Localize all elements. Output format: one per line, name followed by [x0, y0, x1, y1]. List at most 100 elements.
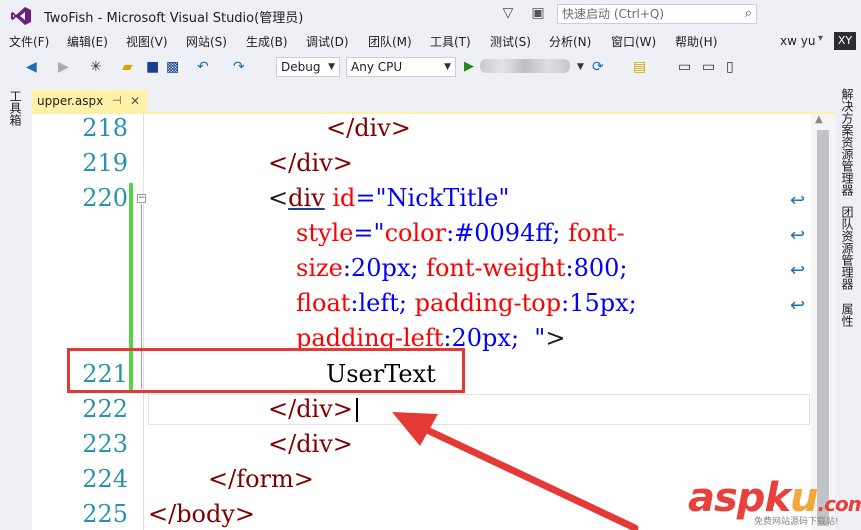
annotation-arrow-icon	[392, 412, 639, 530]
start-debugging-icon[interactable]: ▶	[464, 59, 474, 74]
watermark-brand-a: asp	[688, 475, 765, 521]
bookmark-icon[interactable]: ▯	[726, 59, 734, 75]
text-caret	[356, 398, 358, 422]
code-token-prop: font-weight	[426, 254, 566, 282]
code-token-value: :800;	[565, 254, 628, 282]
platform-select[interactable]: Any CPU ▼	[346, 57, 456, 77]
code-token-value: "NickTitle"	[375, 184, 510, 212]
scrollbar-thumb[interactable]	[817, 130, 829, 526]
refresh-icon[interactable]: ⟳	[592, 59, 604, 75]
code-token-prop: size	[296, 254, 343, 282]
code-token-value: :15px;	[561, 289, 637, 317]
close-icon[interactable]: ✕	[130, 90, 140, 112]
menu-tools[interactable]: 工具(T)	[430, 33, 471, 50]
code-token-value: :left;	[350, 289, 415, 317]
line-number: 223	[82, 430, 128, 458]
watermark-brand-rest: .com	[817, 492, 861, 516]
chevron-down-icon: ▼	[444, 62, 451, 72]
toolbox-tab[interactable]: 工具箱	[6, 90, 24, 126]
menu-website[interactable]: 网站(S)	[186, 33, 227, 50]
menu-build[interactable]: 生成(B)	[246, 33, 288, 50]
notification-filter-icon[interactable]: ▽	[500, 5, 516, 23]
menu-view[interactable]: 视图(V)	[126, 33, 168, 50]
menu-file[interactable]: 文件(F)	[9, 33, 49, 50]
code-token-prop: color	[384, 219, 447, 247]
browser-link-icon[interactable]: ▤	[633, 59, 646, 75]
menu-edit[interactable]: 编辑(E)	[67, 33, 108, 50]
team-explorer-tab[interactable]: 团队资源管理器	[838, 206, 856, 290]
code-token-prop: float	[296, 289, 351, 317]
code-token-value: :#0094ff;	[446, 219, 569, 247]
menu-bar: 文件(F) 编辑(E) 视图(V) 网站(S) 生成(B) 调试(D) 团队(M…	[0, 30, 861, 52]
code-line-219: </div>	[268, 149, 353, 177]
line-number: 222	[82, 395, 128, 423]
configuration-select[interactable]: Debug ▼	[276, 57, 340, 77]
menu-help[interactable]: 帮助(H)	[675, 33, 717, 50]
save-all-icon[interactable]: ▩	[166, 59, 179, 75]
code-token: <	[268, 184, 289, 212]
code-token-attr: style	[296, 219, 354, 247]
word-wrap-icon: ↩	[790, 190, 806, 211]
forward-icon[interactable]: ▶	[58, 59, 69, 75]
word-wrap-icon: ↩	[790, 260, 806, 281]
code-line-218: </div>	[326, 114, 411, 142]
search-icon: ⌕	[744, 6, 752, 21]
code-token: >	[545, 324, 566, 352]
line-number: 220	[82, 184, 128, 212]
user-name[interactable]: xw yu	[780, 34, 815, 48]
code-token: =	[353, 219, 374, 247]
chevron-down-icon[interactable]: ▾	[818, 33, 823, 44]
menu-window[interactable]: 窗口(W)	[611, 33, 656, 50]
line-number: 225	[82, 500, 128, 528]
code-token-attr: id	[324, 184, 356, 212]
line-number: 219	[82, 149, 128, 177]
uncomment-icon[interactable]: ▭	[702, 59, 715, 75]
document-tab-upper-aspx[interactable]: upper.aspx ⊣ ✕	[32, 90, 147, 112]
code-line-222: </div>	[268, 395, 353, 423]
code-token-value: :20px;	[342, 254, 427, 282]
code-line-224: </form>	[208, 465, 314, 493]
line-number: 224	[82, 465, 128, 493]
code-line-220-wrap-2: size:20px; font-weight:800;	[296, 254, 628, 282]
left-tool-strip	[0, 84, 30, 530]
undo-icon[interactable]: ↶	[197, 59, 209, 75]
code-token-tag: div	[288, 184, 325, 212]
browser-target-select[interactable]	[480, 59, 570, 73]
redo-icon[interactable]: ↷	[233, 59, 245, 75]
scroll-up-icon[interactable]: ▲	[815, 114, 823, 125]
code-line-220-wrap-3: float:left; padding-top:15px;	[296, 289, 637, 317]
code-line-223: </div>	[268, 430, 353, 458]
configuration-value: Debug	[281, 60, 321, 74]
pin-icon[interactable]: ⊣	[112, 90, 122, 112]
comment-icon[interactable]: ▭	[678, 59, 691, 75]
code-token: "	[373, 219, 385, 247]
document-tab-label: upper.aspx	[37, 94, 104, 108]
code-line-220-wrap-1: style="color:#0094ff; font-	[296, 219, 625, 247]
feedback-icon[interactable]: ▣	[530, 5, 546, 23]
outline-guide	[143, 114, 144, 530]
avatar[interactable]: XY	[834, 32, 856, 50]
save-icon[interactable]: ■	[146, 59, 159, 75]
collapse-region-icon[interactable]: −	[137, 194, 146, 203]
line-number: 218	[82, 114, 128, 142]
annotation-highlight-box	[67, 348, 465, 393]
word-wrap-icon: ↩	[790, 295, 806, 316]
platform-value: Any CPU	[351, 60, 403, 74]
solution-explorer-tab[interactable]: 解决方案资源管理器	[838, 88, 856, 196]
menu-test[interactable]: 测试(S)	[490, 33, 531, 50]
properties-tab[interactable]: 属性	[838, 303, 856, 327]
back-icon[interactable]: ◀	[26, 59, 37, 75]
menu-team[interactable]: 团队(M)	[368, 33, 412, 50]
menu-debug[interactable]: 调试(D)	[306, 33, 349, 50]
new-project-icon[interactable]: ✳	[90, 59, 102, 75]
window-title: TwoFish - Microsoft Visual Studio(管理员)	[44, 11, 304, 26]
quick-launch-input[interactable]: 快速启动 (Ctrl+Q) ⌕	[557, 4, 757, 24]
chevron-down-icon[interactable]: ▼	[577, 62, 584, 72]
code-line-225: </body>	[148, 500, 256, 528]
open-file-icon[interactable]: ▰	[122, 59, 133, 75]
quick-launch-placeholder: 快速启动 (Ctrl+Q)	[562, 7, 665, 21]
code-token-prop: padding-top	[414, 289, 562, 317]
code-line-220: <div id="NickTitle"	[268, 184, 509, 212]
code-token-prop: font-	[568, 219, 625, 247]
menu-analyze[interactable]: 分析(N)	[549, 33, 591, 50]
